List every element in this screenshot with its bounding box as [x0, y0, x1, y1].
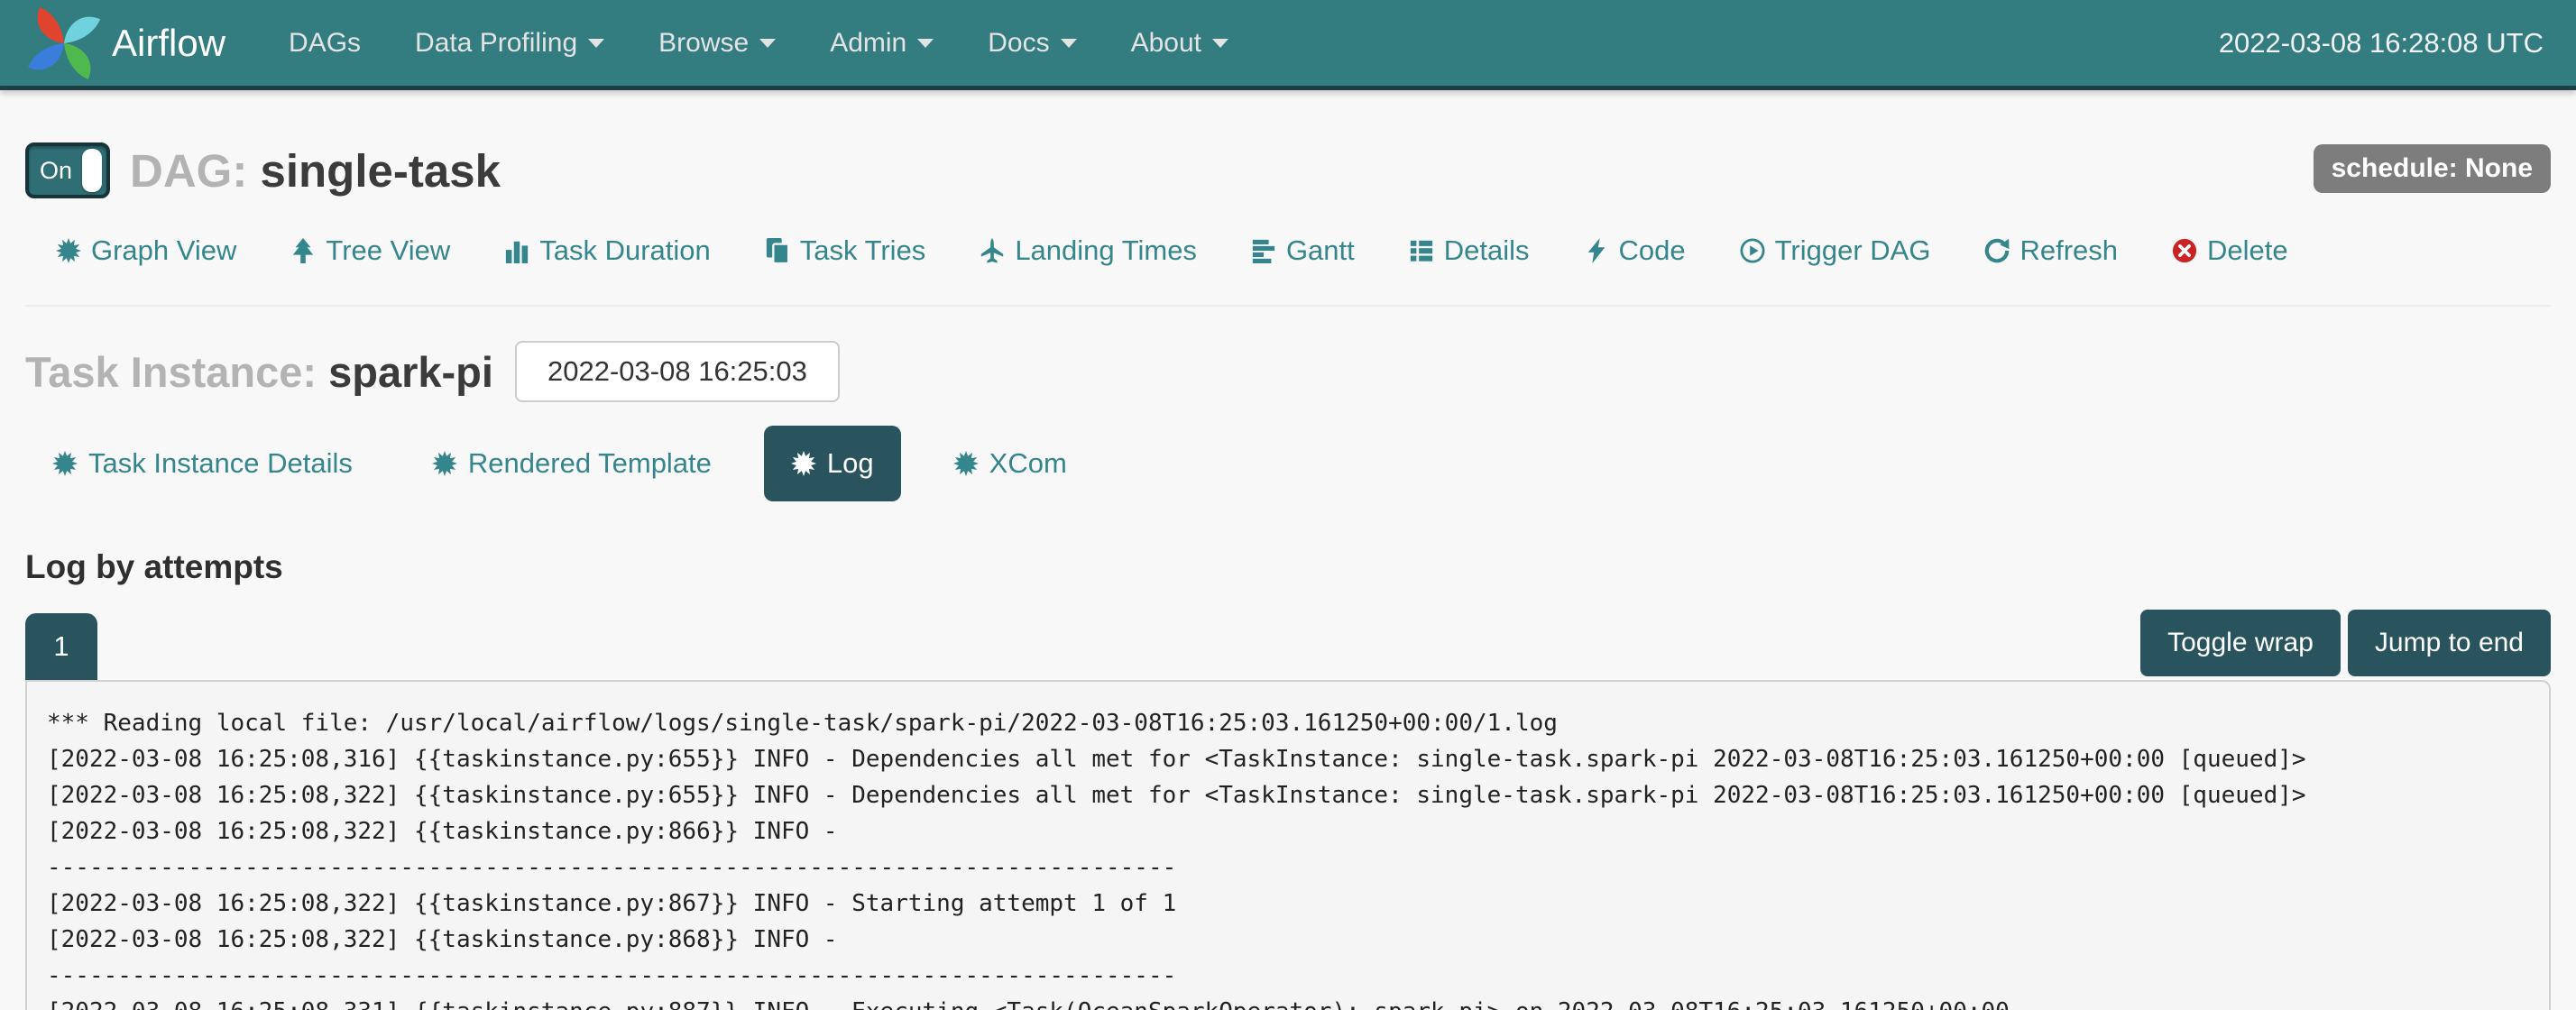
dag-name: single-task	[261, 145, 501, 197]
button-label: XCom	[989, 447, 1067, 480]
nav-item-docs[interactable]: Docs	[961, 0, 1103, 88]
tab-label: Delete	[2207, 234, 2288, 267]
execution-date-input[interactable]	[515, 341, 840, 402]
log-attempt-row: 1 Toggle wrap Jump to end	[25, 610, 2551, 680]
utc-clock: 2022-03-08 16:28:08 UTC	[2219, 27, 2544, 60]
log-line: ----------------------------------------…	[47, 849, 2529, 886]
nav-item-label: Admin	[830, 28, 906, 59]
toggle-knob	[82, 149, 102, 192]
certificate-icon	[432, 451, 457, 476]
tab-label: Graph View	[91, 234, 236, 267]
tab-refresh[interactable]: Refresh	[1984, 234, 2118, 267]
button-label: Log	[827, 447, 874, 480]
bolt-icon	[1584, 238, 1609, 263]
log-line: [2022-03-08 16:25:08,322] {{taskinstance…	[47, 886, 2529, 922]
tab-label: Gantt	[1286, 234, 1355, 267]
nav-item-about[interactable]: About	[1104, 0, 1256, 88]
tab-graph-view[interactable]: Graph View	[56, 234, 236, 267]
log-by-attempts-heading: Log by attempts	[25, 548, 2551, 586]
tab-task-tries[interactable]: Task Tries	[765, 234, 926, 267]
top-navbar: Airflow DAGs Data Profiling Browse Admin…	[0, 0, 2576, 90]
task-instance-actions: Task Instance Details Rendered Template …	[25, 426, 2551, 501]
tab-details[interactable]: Details	[1409, 234, 1530, 267]
log-line: ----------------------------------------…	[47, 958, 2529, 994]
attempt-tab-1[interactable]: 1	[25, 613, 97, 680]
tab-gantt[interactable]: Gantt	[1251, 234, 1355, 267]
tree-icon	[290, 238, 316, 263]
tab-label: Task Tries	[800, 234, 926, 267]
schedule-badge: schedule: None	[2314, 144, 2551, 193]
dag-header: On DAG: single-task schedule: None	[25, 142, 2551, 198]
task-name: spark-pi	[328, 348, 493, 396]
nav-item-label: Docs	[988, 28, 1049, 59]
bar-chart-icon	[504, 238, 529, 263]
nav-item-browse[interactable]: Browse	[631, 0, 803, 88]
page-title: DAG: single-task	[130, 144, 501, 197]
plane-icon	[980, 238, 1005, 263]
task-instance-prefix: Task Instance:	[25, 348, 317, 396]
log-line: [2022-03-08 16:25:08,322] {{taskinstance…	[47, 922, 2529, 958]
airflow-pinwheel-logo-icon	[25, 5, 103, 82]
task-instance-details-button[interactable]: Task Instance Details	[25, 426, 380, 501]
airflow-brand[interactable]: Airflow	[25, 5, 225, 82]
task-instance-header: Task Instance: spark-pi	[25, 341, 2551, 402]
tab-task-duration[interactable]: Task Duration	[504, 234, 711, 267]
tab-label: Landing Times	[1015, 234, 1197, 267]
nav-item-label: Data Profiling	[415, 28, 577, 59]
tab-label: Tree View	[326, 234, 450, 267]
nav-item-label: Browse	[658, 28, 749, 59]
align-left-icon	[1251, 238, 1276, 263]
button-label: Task Instance Details	[88, 447, 353, 480]
section-divider	[25, 305, 2551, 307]
nav-item-label: About	[1131, 28, 1201, 59]
log-line: [2022-03-08 16:25:08,322] {{taskinstance…	[47, 813, 2529, 849]
tab-label: Refresh	[2019, 234, 2118, 267]
xcom-button[interactable]: XCom	[926, 426, 1094, 501]
brand-name: Airflow	[112, 22, 225, 65]
tab-code[interactable]: Code	[1584, 234, 1686, 267]
certificate-icon	[953, 451, 979, 476]
dag-view-tabs: Graph View Tree View Task Duration Task …	[56, 234, 2551, 267]
tab-label: Task Duration	[539, 234, 711, 267]
button-label: Rendered Template	[468, 447, 712, 480]
dag-title-prefix: DAG:	[130, 145, 247, 197]
play-circle-icon	[1740, 238, 1765, 263]
tab-delete[interactable]: Delete	[2172, 234, 2288, 267]
certificate-icon	[52, 451, 78, 476]
log-line: [2022-03-08 16:25:08,331] {{taskinstance…	[47, 994, 2529, 1010]
tab-label: Details	[1444, 234, 1530, 267]
duplicate-icon	[765, 238, 790, 263]
chevron-down-icon	[1061, 39, 1077, 48]
nav-item-admin[interactable]: Admin	[803, 0, 961, 88]
tab-label: Code	[1619, 234, 1686, 267]
certificate-icon	[56, 238, 81, 263]
toggle-wrap-button[interactable]: Toggle wrap	[2140, 610, 2341, 676]
log-line: [2022-03-08 16:25:08,322] {{taskinstance…	[47, 777, 2529, 813]
chevron-down-icon	[759, 39, 776, 48]
nav-item-data-profiling[interactable]: Data Profiling	[388, 0, 631, 88]
nav-item-dags[interactable]: DAGs	[262, 0, 388, 88]
chevron-down-icon	[917, 39, 934, 48]
nav-item-label: DAGs	[289, 28, 361, 59]
dag-on-off-toggle[interactable]: On	[25, 142, 110, 198]
certificate-icon	[791, 451, 816, 476]
tab-landing-times[interactable]: Landing Times	[980, 234, 1197, 267]
rendered-template-button[interactable]: Rendered Template	[405, 426, 739, 501]
jump-to-end-button[interactable]: Jump to end	[2348, 610, 2551, 676]
log-line: [2022-03-08 16:25:08,316] {{taskinstance…	[47, 741, 2529, 777]
task-instance-title: Task Instance: spark-pi	[25, 347, 493, 397]
toggle-on-label: On	[40, 157, 72, 185]
chevron-down-icon	[588, 39, 604, 48]
log-button[interactable]: Log	[764, 426, 901, 501]
log-output-panel[interactable]: *** Reading local file: /usr/local/airfl…	[25, 680, 2551, 1010]
refresh-icon	[1984, 238, 2010, 263]
list-icon	[1409, 238, 1434, 263]
tab-label: Trigger DAG	[1775, 234, 1931, 267]
chevron-down-icon	[1212, 39, 1228, 48]
tab-tree-view[interactable]: Tree View	[290, 234, 450, 267]
times-circle-icon	[2172, 238, 2197, 263]
log-line: *** Reading local file: /usr/local/airfl…	[47, 705, 2529, 741]
tab-trigger-dag[interactable]: Trigger DAG	[1740, 234, 1931, 267]
